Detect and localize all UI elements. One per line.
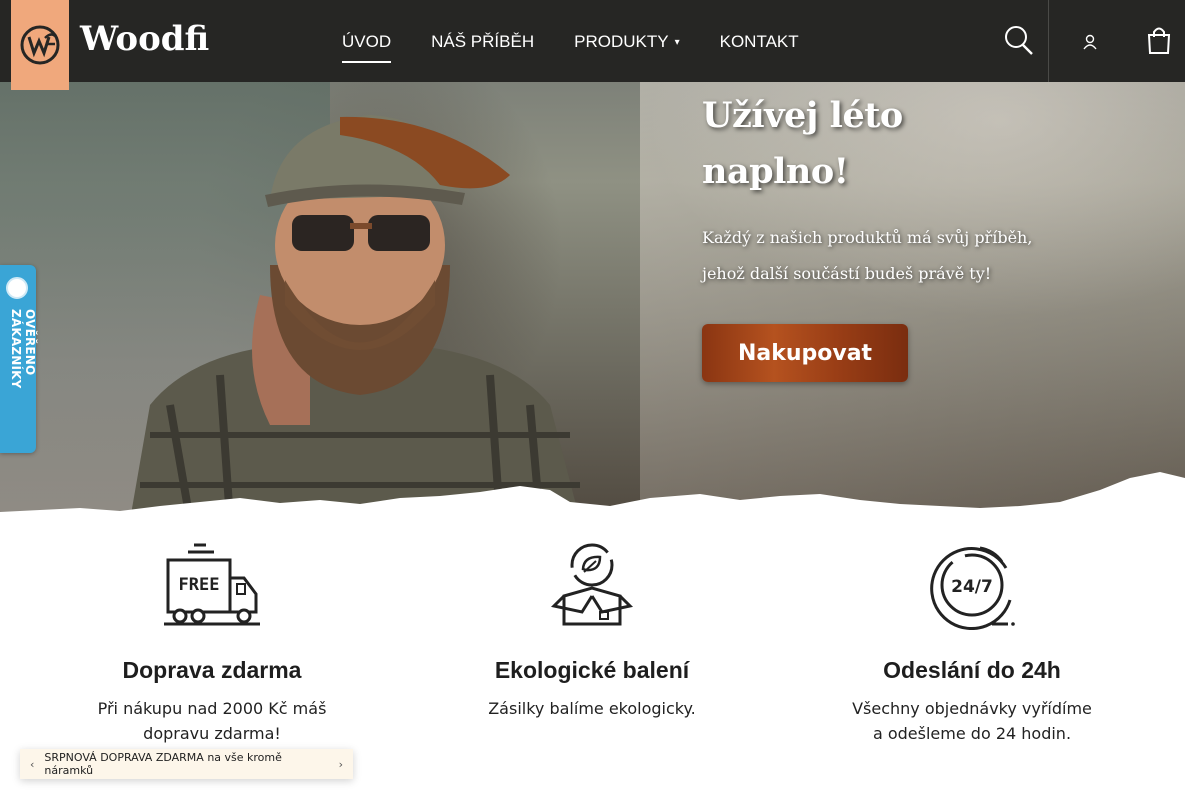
nav-item-nas-pribeh[interactable]: NÁŠ PŘÍBĚH bbox=[431, 28, 534, 57]
chevron-left-icon[interactable]: ‹ bbox=[30, 758, 34, 771]
shop-now-button[interactable]: Nakupovat bbox=[702, 324, 908, 382]
chevron-down-icon: ▾ bbox=[674, 36, 680, 48]
site-header: Woodfi ÚVOD NÁŠ PŘÍBĚH PRODUKTY ▾ KONTAKT bbox=[0, 0, 1185, 90]
svg-text:FREE: FREE bbox=[179, 575, 220, 595]
cart-icon[interactable] bbox=[1146, 25, 1172, 55]
feature-description-line1: Při nákupu nad 2000 Kč máš bbox=[97, 699, 327, 718]
logo-badge[interactable] bbox=[11, 0, 69, 90]
free-truck-icon: FREE bbox=[164, 543, 260, 626]
feature-free-shipping: FREE Doprava zdarma Při nákupu nad 2000 … bbox=[62, 540, 362, 746]
feature-eco-packaging: Ekologické balení Zásilky balíme ekologi… bbox=[442, 540, 742, 721]
nav-item-kontakt[interactable]: KONTAKT bbox=[720, 28, 799, 57]
hero-text-block: Užívej léto naplno! Každý z našich produ… bbox=[702, 88, 1142, 292]
feature-title: Doprava zdarma bbox=[122, 657, 302, 683]
hero-subtitle-line2: jehož další součástí budeš právě ty! bbox=[702, 264, 992, 283]
nav-item-produkty[interactable]: PRODUKTY ▾ bbox=[574, 28, 680, 57]
promo-text: SRPNOVÁ DOPRAVA ZDARMA na vše kromě nára… bbox=[44, 751, 282, 777]
feature-description-line2: a odešleme do 24 hodin. bbox=[872, 724, 1072, 743]
feature-title: Odeslání do 24h bbox=[883, 657, 1061, 683]
hero-title: Užívej léto naplno! bbox=[702, 88, 1142, 200]
feature-title: Ekologické balení bbox=[494, 657, 690, 683]
header-divider bbox=[1048, 0, 1049, 82]
promo-bar: ‹ SRPNOVÁ DOPRAVA ZDARMA na vše kromě ná… bbox=[20, 749, 353, 779]
verified-badge-icon bbox=[6, 277, 28, 299]
search-icon[interactable] bbox=[1004, 24, 1034, 56]
hero-subtitle: Každý z našich produktů má svůj příběh, … bbox=[702, 220, 1142, 292]
nav-item-produkty-label: PRODUKTY bbox=[574, 32, 669, 51]
hero-subtitle-line1: Každý z našich produktů má svůj příběh, bbox=[702, 228, 1033, 247]
feature-description-line2: dopravu zdarma! bbox=[143, 724, 281, 743]
feature-description-line1: Všechny objednávky vyřídíme bbox=[852, 699, 1092, 718]
feature-description: Všechny objednávky vyřídíme a odešleme d… bbox=[822, 696, 1122, 746]
hero-title-line2: naplno! bbox=[702, 151, 849, 192]
feature-description-line1: Zásilky balíme ekologicky. bbox=[488, 699, 696, 718]
hero-title-line1: Užívej léto bbox=[702, 95, 903, 136]
hero-man-image bbox=[130, 115, 580, 520]
main-nav: ÚVOD NÁŠ PŘÍBĚH PRODUKTY ▾ KONTAKT bbox=[342, 28, 839, 62]
clock-24-7-icon: 24/7 bbox=[930, 546, 1015, 630]
eco-box-icon bbox=[550, 543, 634, 626]
nav-item-uvod[interactable]: ÚVOD bbox=[342, 28, 392, 62]
feature-description: Při nákupu nad 2000 Kč máš dopravu zdarm… bbox=[62, 696, 362, 746]
verified-by-customers-tab[interactable]: OVĚŘENO ZÁKAZNÍKY bbox=[0, 265, 37, 453]
user-icon[interactable] bbox=[1083, 34, 1097, 50]
torn-paper-edge bbox=[0, 472, 1185, 520]
verified-tab-label: OVĚŘENO ZÁKAZNÍKY bbox=[9, 309, 37, 389]
svg-text:24/7: 24/7 bbox=[951, 577, 993, 597]
feature-description: Zásilky balíme ekologicky. bbox=[442, 696, 742, 721]
wf-logo-icon bbox=[20, 25, 60, 65]
site-logo-text[interactable]: Woodfi bbox=[80, 14, 209, 64]
chevron-right-icon[interactable]: › bbox=[339, 758, 343, 771]
feature-dispatch-24h: 24/7 Odeslání do 24h Všechny objednávky … bbox=[822, 540, 1122, 746]
